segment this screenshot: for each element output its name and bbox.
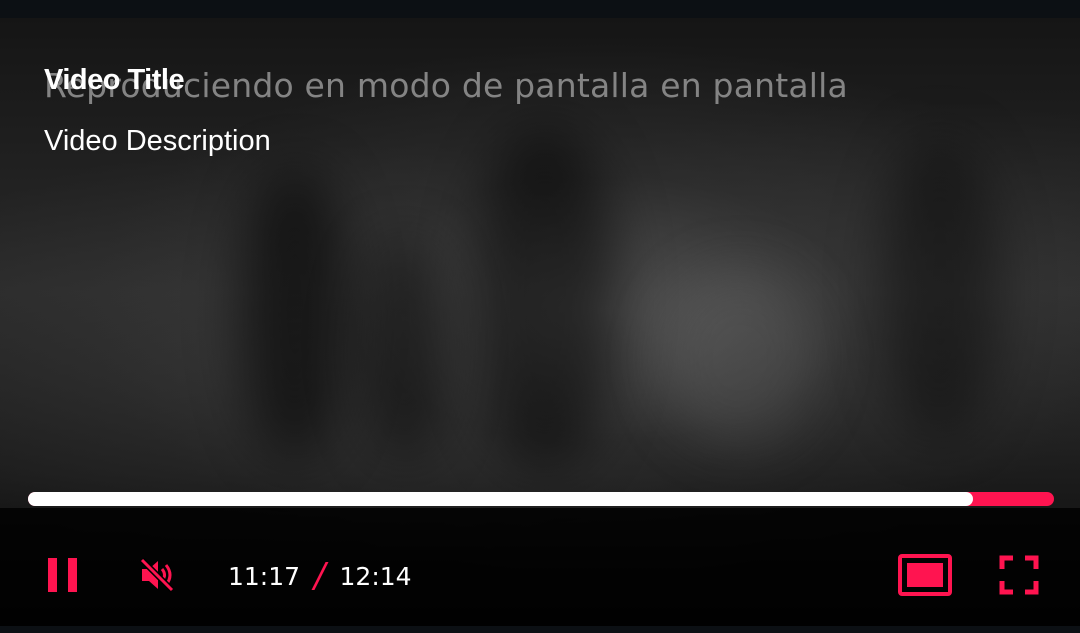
picture-in-picture-icon xyxy=(898,554,952,596)
video-player[interactable]: Reproduciendo en modo de pantalla en pan… xyxy=(0,18,1080,626)
picture-in-picture-button[interactable] xyxy=(896,550,954,600)
progress-played xyxy=(28,492,973,506)
control-bar: 11:17 / 12:14 xyxy=(0,508,1080,626)
total-time: 12:14 xyxy=(339,561,412,591)
progress-bar[interactable] xyxy=(28,492,1054,506)
fullscreen-button[interactable] xyxy=(994,550,1044,600)
pause-icon xyxy=(48,558,77,592)
video-title: Video Title xyxy=(44,64,185,96)
current-time: 11:17 xyxy=(228,561,301,591)
video-description: Video Description xyxy=(44,125,271,157)
pause-button[interactable] xyxy=(40,552,86,598)
volume-off-icon xyxy=(139,557,175,593)
time-display: 11:17 / 12:14 xyxy=(228,556,412,596)
fullscreen-icon xyxy=(999,555,1039,595)
mute-button[interactable] xyxy=(134,552,180,598)
time-separator: / xyxy=(314,556,326,596)
